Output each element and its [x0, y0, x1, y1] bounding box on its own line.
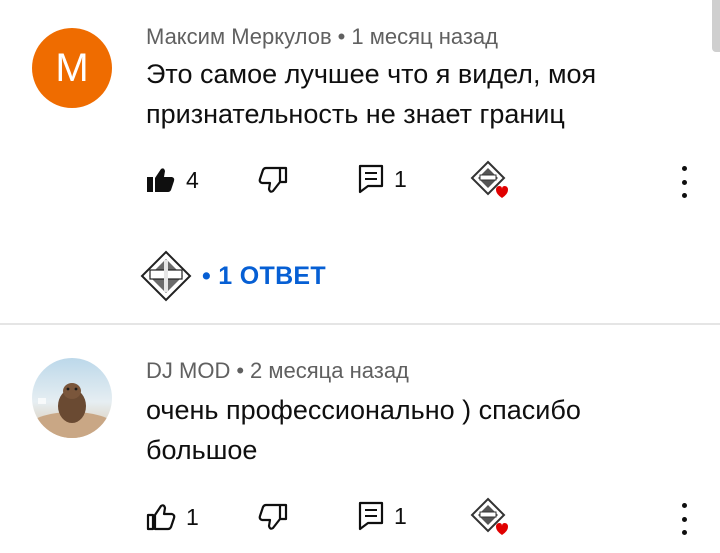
comment-text: очень профессионально ) спасибо большое	[146, 390, 686, 470]
avatar[interactable]: M	[32, 28, 112, 108]
comment-text-line: Это самое лучшее что я видел, моя	[146, 59, 597, 89]
dislike-button[interactable]	[258, 166, 288, 194]
more-dot	[681, 530, 687, 535]
comment-meta: Максим Меркулов • 1 месяц назад	[146, 24, 498, 50]
meta-separator: •	[236, 358, 245, 383]
avatar[interactable]	[32, 358, 112, 438]
like-count: 1	[186, 503, 199, 530]
comment-divider	[0, 323, 720, 325]
comment-author[interactable]: Максим Меркулов	[146, 24, 332, 49]
dislike-button[interactable]	[258, 503, 288, 531]
comment-time[interactable]: 2 месяца назад	[250, 358, 409, 383]
reply-icon	[358, 501, 384, 531]
avatar-letter: M	[55, 45, 89, 90]
like-button[interactable]: 4	[146, 166, 199, 194]
more-dot	[681, 179, 687, 185]
creator-avatar-icon	[140, 250, 192, 302]
creator-heart-icon[interactable]	[468, 497, 508, 537]
comment-author[interactable]: DJ MOD	[146, 358, 230, 383]
replies-count-label: • 1 ОТВЕТ	[202, 261, 326, 290]
reply-icon	[358, 164, 384, 194]
avatar-photo	[32, 358, 112, 438]
more-dot	[681, 166, 687, 171]
reply-count: 1	[394, 502, 407, 529]
comments-page: M Максим Меркулов • 1 месяц назад Это само…	[0, 0, 720, 553]
reply-button[interactable]: 1	[358, 164, 407, 194]
view-replies-button[interactable]: • 1 ОТВЕТ	[140, 250, 326, 302]
reply-count: 1	[394, 165, 407, 192]
comment-text-line: признательность не знает границ	[146, 99, 565, 129]
meta-separator: •	[337, 24, 346, 49]
more-dot	[681, 193, 687, 198]
scroll-indicator[interactable]	[712, 0, 720, 52]
like-count: 4	[186, 166, 199, 193]
comment-text: Это самое лучшее что я видел, моя призна…	[146, 54, 686, 134]
reply-button[interactable]: 1	[358, 501, 407, 531]
dislike-icon	[258, 166, 288, 193]
dislike-icon	[258, 503, 288, 530]
comment-time[interactable]: 1 месяц назад	[351, 24, 498, 49]
comment-text-line: большое	[146, 435, 258, 465]
more-dot	[681, 516, 687, 522]
comment-meta: DJ MOD • 2 месяца назад	[146, 358, 409, 384]
more-dot	[681, 503, 687, 508]
like-icon	[146, 504, 176, 531]
creator-heart-icon[interactable]	[468, 160, 508, 200]
like-icon	[147, 168, 175, 192]
like-button[interactable]: 1	[146, 503, 199, 531]
comment-text-line: очень профессионально ) спасибо	[146, 395, 581, 425]
more-options-icon[interactable]	[678, 166, 690, 198]
more-options-icon[interactable]	[678, 503, 690, 535]
